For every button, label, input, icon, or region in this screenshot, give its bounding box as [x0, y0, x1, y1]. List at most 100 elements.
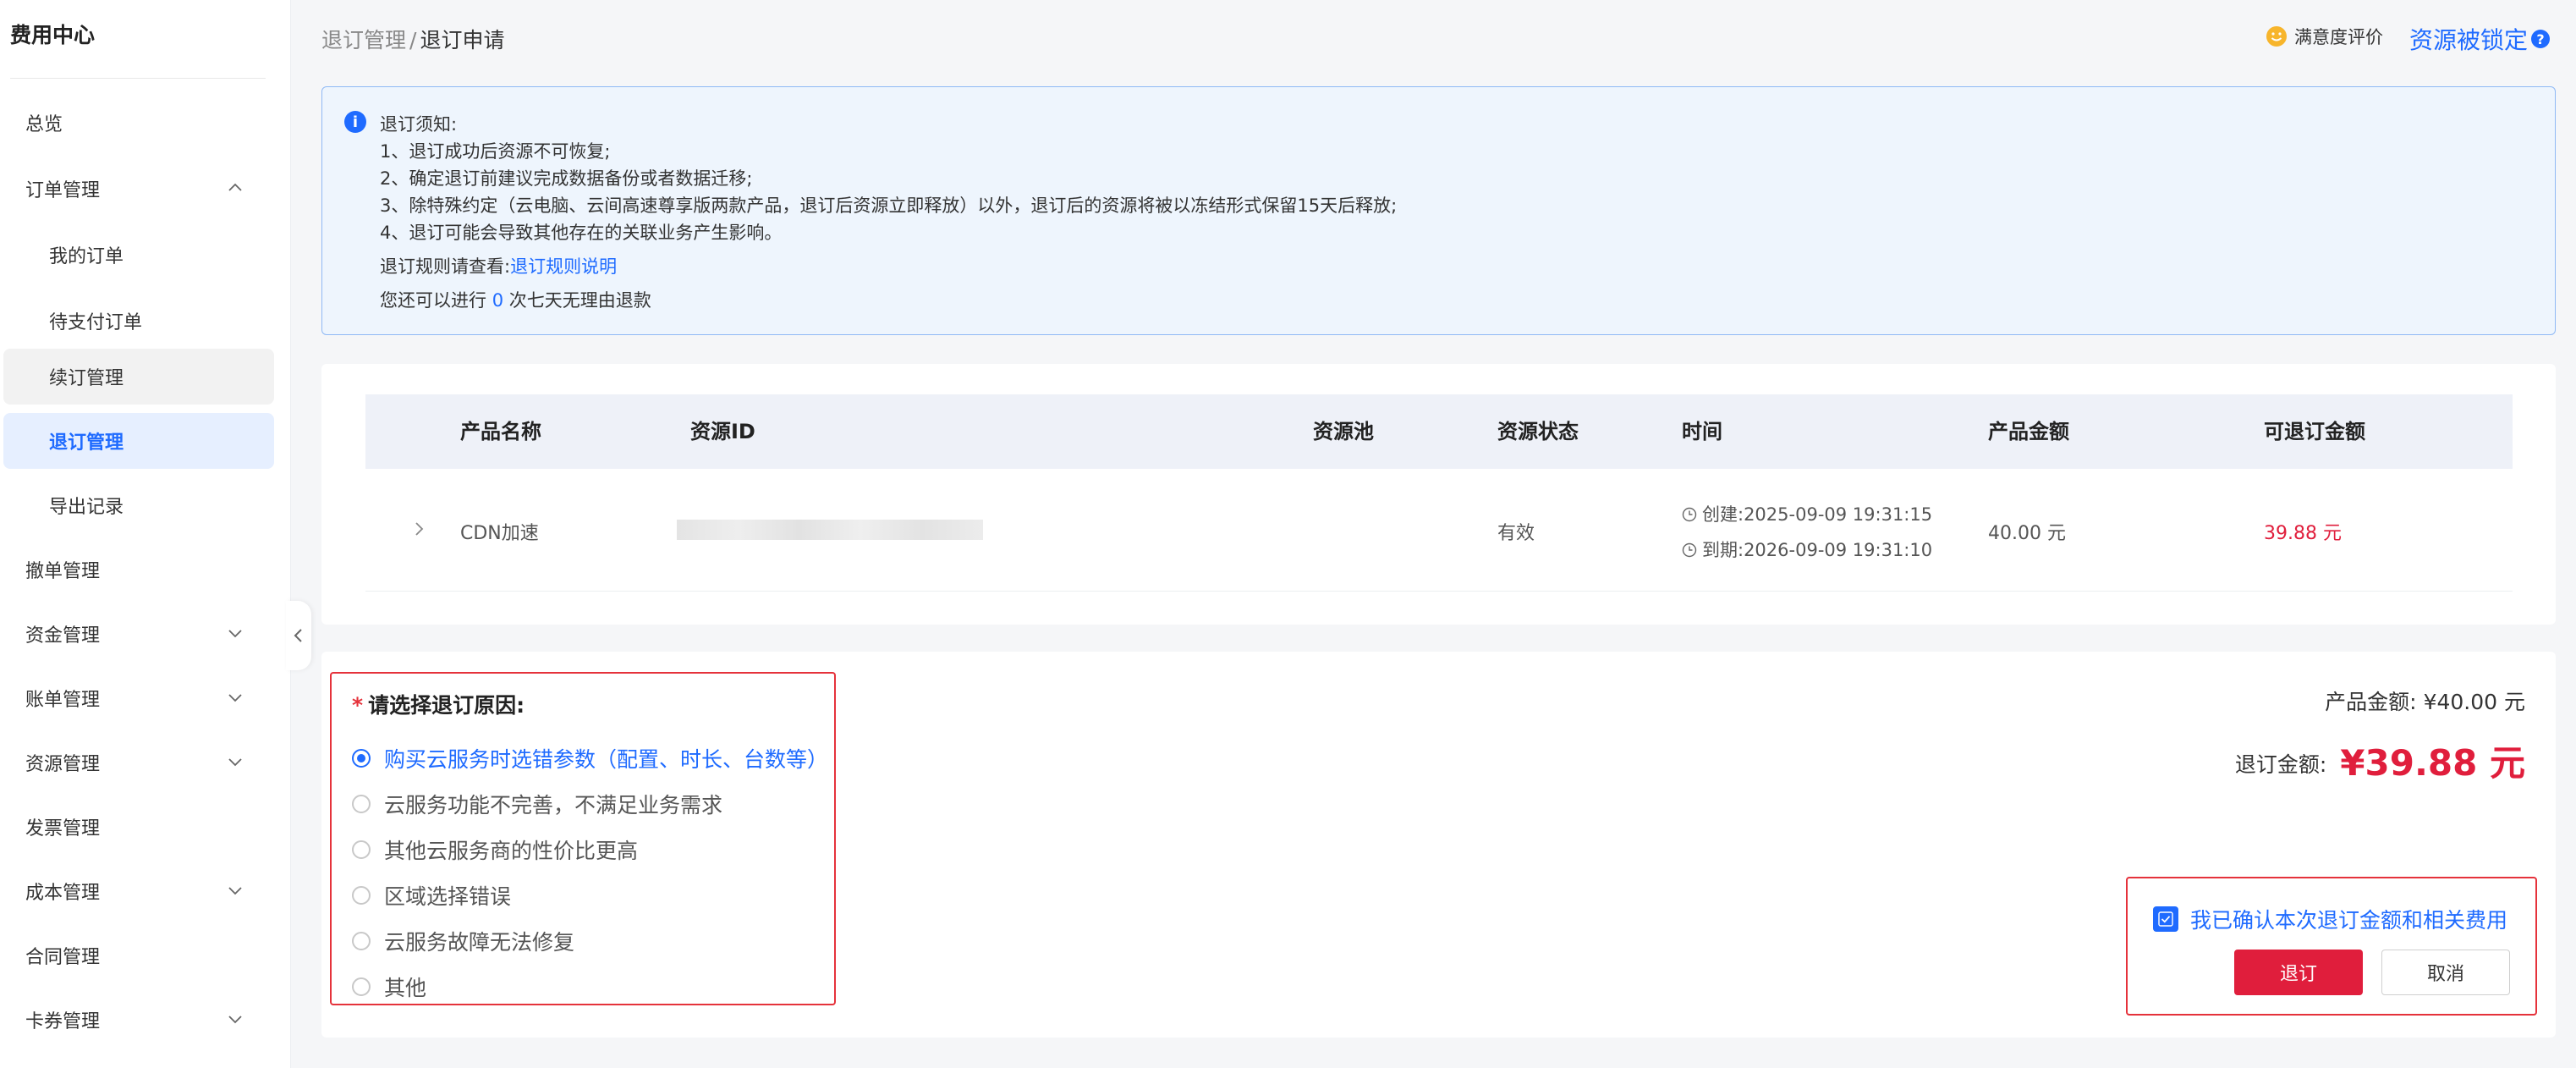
breadcrumb-current: 退订申请: [420, 28, 505, 52]
refund-count: 0: [492, 290, 504, 311]
smiley-icon: [2266, 26, 2287, 47]
notice-line: 4、退订可能会导致其他存在的关联业务产生影响。: [380, 223, 783, 243]
column-header-time: 时间: [1682, 420, 1722, 443]
sidebar-item-label: 续订管理: [49, 368, 124, 389]
resource-locked-label: 资源被锁定: [2409, 26, 2529, 54]
table-row: CDN加速 有效 创建:2025-09-09 19:31:15 到期:2026-…: [365, 469, 2513, 592]
radio-icon[interactable]: [352, 977, 371, 996]
reason-selection: * 请选择退订原因: 购买云服务时选错参数（配置、时长、台数等） 云服务功能不完善…: [330, 672, 836, 1005]
radio-icon[interactable]: [352, 795, 371, 813]
breadcrumb: 退订管理 / 退订申请: [321, 24, 504, 54]
expand-row-icon[interactable]: [413, 520, 425, 538]
sidebar-item-pending-orders[interactable]: 待支付订单: [3, 293, 274, 349]
created-text: 创建:2025-09-09 19:31:15: [1702, 504, 1933, 525]
sidebar-item-unsubscribe[interactable]: 退订管理: [3, 413, 274, 469]
reason-option-label: 云服务功能不完善，不满足业务需求: [384, 793, 723, 818]
confirm-section: 我已确认本次退订金额和相关费用 退订 取消: [2126, 877, 2537, 1016]
sidebar-title: 费用中心: [10, 23, 96, 47]
cancel-button[interactable]: 取消: [2381, 950, 2510, 995]
radio-icon[interactable]: [352, 886, 371, 905]
chevron-down-icon: [228, 758, 242, 767]
info-icon: i: [344, 111, 366, 133]
column-header-refundable: 可退订金额: [2264, 420, 2365, 443]
satisfaction-button[interactable]: 满意度评价: [2266, 24, 2383, 49]
sidebar-collapse-button[interactable]: [286, 601, 311, 670]
sidebar-item-label: 资源管理: [25, 754, 101, 775]
sidebar-item-label: 导出记录: [49, 497, 124, 518]
product-amount-value: ¥40.00 元: [2423, 690, 2525, 714]
sidebar-item-cost[interactable]: 成本管理: [3, 863, 274, 919]
cell-product: CDN加速: [460, 523, 539, 544]
sidebar-item-label: 退订管理: [49, 432, 124, 454]
sidebar-item-funds[interactable]: 资金管理: [3, 606, 274, 662]
sidebar-item-label: 待支付订单: [49, 312, 143, 333]
rules-prefix: 退订规则请查看:: [380, 256, 511, 277]
refund-amount-summary: 退订金额: ¥39.88 元: [2235, 735, 2525, 786]
help-icon[interactable]: ?: [2531, 30, 2551, 48]
column-header-status: 资源状态: [1497, 420, 1579, 443]
chevron-down-icon: [228, 694, 242, 702]
column-header-amount: 产品金额: [1988, 420, 2069, 443]
sidebar-item-invoices[interactable]: 发票管理: [3, 799, 274, 855]
reason-option[interactable]: 购买云服务时选错参数（配置、时长、台数等）: [352, 743, 828, 773]
sidebar-item-overview[interactable]: 总览: [3, 95, 274, 151]
reason-option[interactable]: 其他: [352, 972, 426, 1002]
reason-option[interactable]: 区域选择错误: [352, 880, 511, 911]
sidebar-item-export-records[interactable]: 导出记录: [3, 477, 274, 533]
sidebar-item-label: 撤单管理: [25, 561, 101, 582]
reason-option-label: 购买云服务时选错参数（配置、时长、台数等）: [384, 747, 829, 772]
confirm-checkbox[interactable]: 我已确认本次退订金额和相关费用: [2153, 904, 2507, 934]
sidebar: 费用中心 总览 订单管理 我的订单 待支付订单 续订管理 退订管理 导出记录 撤…: [0, 0, 291, 1068]
refund-amount-label: 退订金额:: [2234, 752, 2327, 777]
radio-icon[interactable]: [352, 840, 371, 859]
sidebar-item-label: 卡券管理: [25, 1011, 101, 1032]
sidebar-item-orders[interactable]: 订单管理: [3, 161, 274, 217]
notice-title: 退订须知:: [380, 114, 458, 135]
sidebar-item-label: 合同管理: [25, 947, 101, 968]
reason-option[interactable]: 其他云服务商的性价比更高: [352, 834, 638, 865]
reason-title: * 请选择退订原因:: [352, 689, 525, 719]
checkbox-checked-icon[interactable]: [2153, 906, 2178, 932]
unsubscribe-button[interactable]: 退订: [2234, 950, 2363, 995]
notice-rules: 退订规则请查看:退订规则说明: [380, 253, 617, 278]
confirm-label: 我已确认本次退订金额和相关费用: [2190, 908, 2508, 933]
sidebar-item-cancel-orders[interactable]: 撤单管理: [3, 542, 274, 597]
expiry-text: 到期:2026-09-09 19:31:10: [1702, 540, 1933, 560]
refund-prefix: 您还可以进行: [380, 290, 486, 311]
sidebar-item-renewal[interactable]: 续订管理: [3, 349, 274, 405]
sidebar-item-contracts[interactable]: 合同管理: [3, 928, 274, 983]
chevron-down-icon: [228, 1016, 242, 1024]
notice-line: 1、退订成功后资源不可恢复;: [380, 141, 611, 162]
reason-option-label: 区域选择错误: [384, 884, 512, 909]
reason-option[interactable]: 云服务功能不完善，不满足业务需求: [352, 789, 722, 819]
column-header-resource-id: 资源ID: [690, 420, 755, 443]
notice-line: 3、除特殊约定（云电脑、云间高速尊享版两款产品，退订后资源立即释放）以外，退订后…: [380, 195, 1398, 216]
chevron-left-icon: [294, 629, 302, 642]
sidebar-item-coupons[interactable]: 卡券管理: [3, 992, 274, 1048]
sidebar-item-label: 我的订单: [49, 246, 124, 267]
cell-amount: 40.00 元: [1988, 523, 2066, 544]
reason-option-label: 其他: [384, 976, 427, 1000]
radio-icon[interactable]: [352, 932, 371, 950]
sidebar-divider: [10, 78, 266, 79]
clock-icon: [1682, 507, 1697, 522]
resource-table-card: 产品名称 资源ID 资源池 资源状态 时间 产品金额 可退订金额 CDN加速 有…: [321, 364, 2556, 625]
sidebar-item-my-orders[interactable]: 我的订单: [3, 227, 274, 283]
column-header-product: 产品名称: [460, 420, 541, 443]
breadcrumb-separator: /: [409, 28, 417, 52]
reason-option[interactable]: 云服务故障无法修复: [352, 926, 574, 956]
rules-link[interactable]: 退订规则说明: [510, 256, 617, 277]
unsubscribe-form-card: * 请选择退订原因: 购买云服务时选错参数（配置、时长、台数等） 云服务功能不完善…: [321, 652, 2556, 1038]
sidebar-item-label: 总览: [25, 114, 63, 135]
sidebar-item-label: 资金管理: [25, 625, 101, 647]
sidebar-item-bills[interactable]: 账单管理: [3, 670, 274, 726]
chevron-down-icon: [228, 887, 242, 895]
reason-option-label: 其他云服务商的性价比更高: [384, 839, 639, 863]
resource-locked-link[interactable]: 资源被锁定 ?: [2409, 22, 2551, 56]
sidebar-item-label: 订单管理: [25, 180, 101, 201]
satisfaction-label: 满意度评价: [2294, 27, 2383, 47]
breadcrumb-parent[interactable]: 退订管理: [321, 28, 406, 52]
radio-checked-icon[interactable]: [352, 749, 371, 768]
table-header: 产品名称 资源ID 资源池 资源状态 时间 产品金额 可退订金额: [365, 394, 2513, 469]
sidebar-item-resources[interactable]: 资源管理: [3, 735, 274, 790]
